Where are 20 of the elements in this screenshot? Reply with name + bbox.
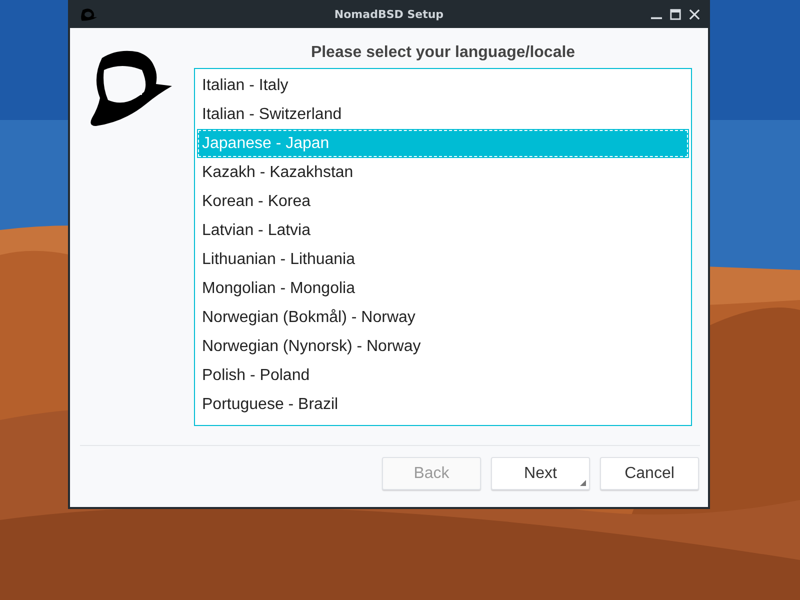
- maximize-icon[interactable]: [670, 8, 681, 20]
- dialog-button[interactable]: Cancel: [600, 457, 699, 490]
- list-item[interactable]: Latvian - Latvia: [197, 216, 689, 245]
- list-item[interactable]: Italian - Switzerland: [197, 100, 689, 129]
- window-title: NomadBSD Setup: [334, 8, 444, 20]
- close-icon[interactable]: [689, 8, 700, 20]
- logo-icon: [88, 48, 172, 128]
- app-logo-icon: [80, 6, 98, 22]
- list-item[interactable]: Polish - Poland: [197, 361, 689, 390]
- list-item[interactable]: Portuguese - Brazil: [197, 390, 689, 419]
- list-item[interactable]: Norwegian (Nynorsk) - Norway: [197, 332, 689, 361]
- heading: Please select your language/locale: [310, 44, 576, 63]
- list-item[interactable]: Korean - Korea: [197, 187, 689, 216]
- list-item[interactable]: Kazakh - Kazakhstan: [197, 158, 689, 187]
- list-item[interactable]: Mongolian - Mongolia: [197, 274, 689, 303]
- locale-list[interactable]: [194, 68, 692, 426]
- dialog-button[interactable]: Next: [491, 457, 590, 490]
- list-item[interactable]: Lithuanian - Lithuania: [197, 245, 689, 274]
- list-item[interactable]: Norwegian (Bokmål) - Norway: [197, 303, 689, 332]
- list-item[interactable]: Italian - Italy: [197, 71, 689, 100]
